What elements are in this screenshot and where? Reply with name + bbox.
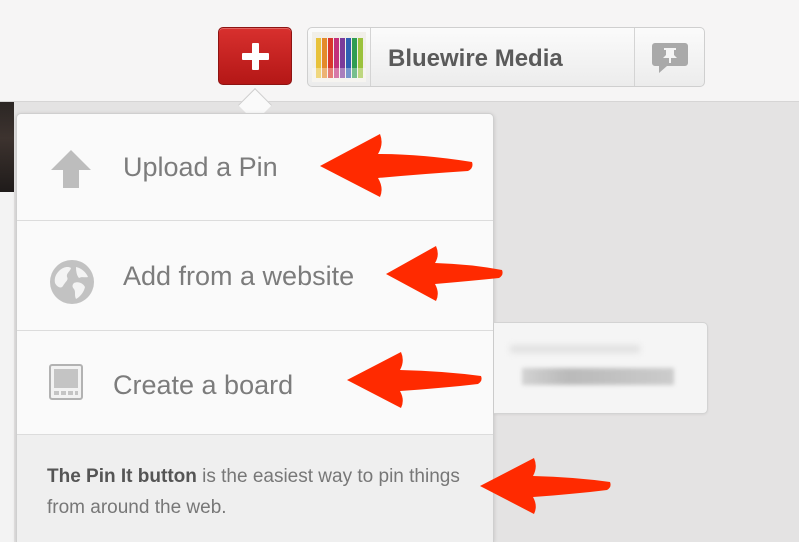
board-icon <box>49 364 83 400</box>
menu-item-label: Upload a Pin <box>123 152 278 182</box>
notifications-button[interactable] <box>635 28 705 86</box>
red-arrow-icon <box>480 458 611 514</box>
menu-item-label: Add from a website <box>123 261 355 291</box>
globe-icon <box>50 260 94 304</box>
blurred-text-line <box>510 345 640 353</box>
pin-speech-bubble-icon <box>652 43 688 73</box>
upload-arrow-icon <box>51 150 91 188</box>
red-arrow-icon <box>320 134 473 197</box>
blurred-text-line <box>522 368 674 385</box>
red-arrow-icon <box>386 246 503 301</box>
background-photo-edge <box>0 102 14 192</box>
pin-it-button-note: The Pin It button is the easiest way to … <box>17 435 493 542</box>
board-card-peek[interactable] <box>494 322 708 414</box>
menu-item-label: Create a board <box>113 370 294 400</box>
add-pin-button[interactable] <box>218 27 292 85</box>
profile-name-button[interactable]: Bluewire Media <box>388 45 563 73</box>
pin-it-note-text: The Pin It button is the easiest way to … <box>47 461 467 523</box>
red-arrow-icon <box>347 352 482 408</box>
plus-icon <box>242 43 269 70</box>
profile-button-group: Bluewire Media <box>307 27 705 87</box>
colored-pencils-icon[interactable] <box>312 32 366 82</box>
avatar-divider <box>370 28 371 86</box>
pin-it-link[interactable]: The Pin It button <box>47 466 197 487</box>
